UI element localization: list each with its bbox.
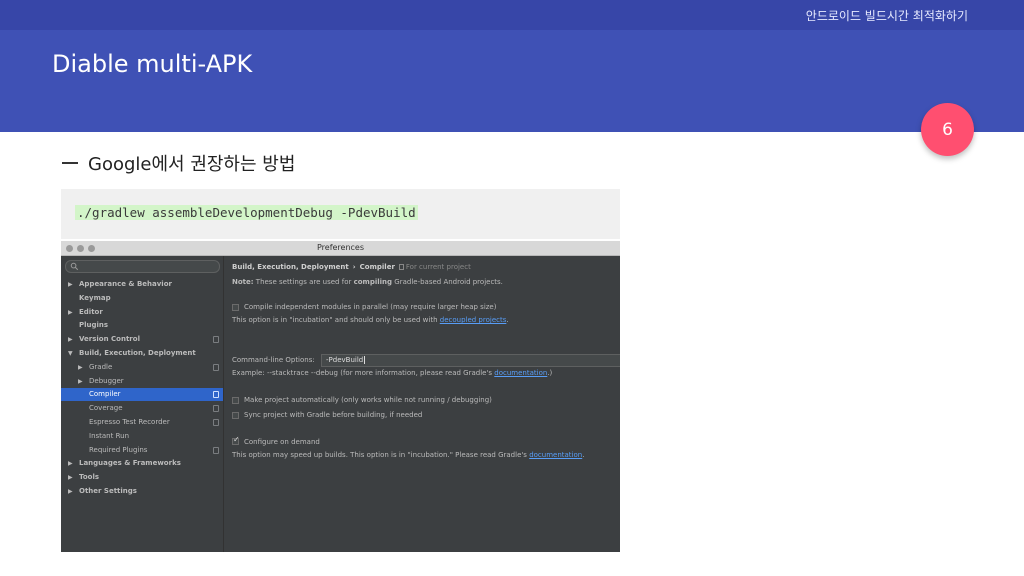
tree-item-label: Other Settings	[79, 487, 137, 495]
tree-item-editor[interactable]: ▶ Editor	[61, 306, 223, 319]
command-line-options-input[interactable]: -PdevBuild	[321, 354, 620, 367]
tree-item-label: Espresso Test Recorder	[89, 418, 170, 426]
project-scope-icon	[213, 446, 219, 454]
decoupled-projects-link[interactable]: decoupled projects	[440, 316, 507, 324]
configure-on-demand-checkbox[interactable]	[232, 435, 240, 445]
bullet-text: Google에서 권장하는 방법	[88, 154, 296, 175]
project-scope-icon	[213, 419, 219, 426]
sync-gradle-label: Sync project with Gradle before building…	[244, 411, 423, 419]
configure-on-demand-description: This option may speed up builds. This op…	[232, 451, 584, 459]
tree-item-instant-run[interactable]: Instant Run	[61, 430, 223, 443]
window-title: Preferences	[316, 243, 365, 252]
example-text: .)	[547, 369, 553, 377]
tree-item-label: Gradle	[89, 362, 113, 371]
page-number-badge: 6	[921, 103, 974, 156]
description-text: This option may speed up builds. This op…	[232, 451, 530, 459]
tree-item-keymap[interactable]: Keymap	[61, 292, 223, 305]
parallel-modules-checkbox[interactable]	[232, 304, 239, 311]
collapsed-arrow-icon[interactable]: ▶	[68, 278, 76, 291]
configure-on-demand-label: Configure on demand	[244, 438, 320, 446]
project-scope-icon	[213, 405, 219, 413]
tree-item-label: Coverage	[89, 404, 123, 413]
collapsed-arrow-icon[interactable]: ▶	[68, 306, 76, 319]
tree-item-label: Languages & Frameworks	[79, 459, 181, 468]
text-caret	[364, 356, 366, 364]
tree-item-debugger[interactable]: ▶ Debugger	[61, 375, 223, 388]
project-scope-icon	[213, 363, 219, 371]
collapsed-arrow-icon[interactable]: ▶	[68, 333, 76, 346]
breadcrumb: Build, Execution, Deployment › Compiler For…	[232, 263, 471, 271]
slide-header: Diable multi-APK	[0, 30, 1024, 132]
tree-item-label: Editor	[79, 307, 103, 316]
tree-item-espresso-test-recorder[interactable]: Espresso Test Recorder	[61, 416, 223, 429]
tree-item-coverage[interactable]: Coverage	[61, 402, 223, 415]
window-titlebar: Preferences	[61, 241, 620, 256]
tree-item-version-control[interactable]: ▶ Version Control	[61, 333, 223, 346]
tree-item-label: Debugger	[89, 376, 124, 385]
tree-item-languages-frameworks[interactable]: ▶ Languages & Frameworks	[61, 457, 223, 470]
tree-item-gradle[interactable]: ▶ Gradle	[61, 361, 223, 374]
tree-item-plugins[interactable]: Plugins	[61, 319, 223, 332]
bullet-point: Google에서 권장하는 방법	[62, 150, 295, 176]
gradle-documentation-link[interactable]: documentation	[529, 451, 582, 459]
tree-item-label: Required Plugins	[89, 445, 148, 454]
collapsed-arrow-icon[interactable]: ▶	[68, 471, 76, 484]
breadcrumb-part: Build, Execution, Deployment	[232, 263, 349, 271]
breadcrumb-separator: ›	[352, 263, 356, 271]
course-title: 안드로이드 빌드시간 최적화하기	[805, 9, 968, 23]
tree-item-tools[interactable]: ▶ Tools	[61, 471, 223, 484]
code-block: ./gradlew assembleDevelopmentDebug -Pdev…	[61, 189, 620, 239]
preferences-window: Preferences ▶ Appearance & Behavior Keymap…	[61, 241, 620, 552]
gradle-documentation-link[interactable]: documentation	[494, 369, 547, 377]
scope-label: For current project	[405, 263, 471, 271]
collapsed-arrow-icon[interactable]: ▶	[68, 485, 76, 498]
settings-sidebar: ▶ Appearance & Behavior Keymap ▶ Editor Plugi…	[61, 256, 224, 552]
collapsed-arrow-icon[interactable]: ▶	[78, 375, 86, 388]
collapsed-arrow-icon[interactable]: ▶	[68, 457, 76, 470]
tree-item-other-settings[interactable]: ▶ Other Settings	[61, 485, 223, 498]
note-bold-word: compiling	[353, 278, 393, 286]
tree-item-label: Plugins	[79, 321, 109, 330]
tree-item-build-execution-deployment[interactable]: ▼ Build, Execution, Deployment	[61, 347, 223, 360]
code-command: ./gradlew assembleDevelopmentDebug -Pdev…	[75, 205, 418, 220]
tree-item-label: Tools	[79, 473, 100, 482]
tree-item-required-plugins[interactable]: Required Plugins	[61, 444, 223, 457]
dash-icon	[62, 162, 78, 164]
tree-item-label: Version Control	[79, 335, 140, 344]
slide-title: Diable multi-APK	[52, 50, 253, 78]
command-line-example: Example: --stacktrace --debug (for more …	[232, 369, 552, 377]
description-text: This option is in "incubation" and shoul…	[232, 316, 440, 324]
tree-item-appearance-behavior[interactable]: ▶ Appearance & Behavior	[61, 278, 223, 291]
top-bar: 안드로이드 빌드시간 최적화하기	[0, 0, 1024, 30]
description-text: .	[582, 451, 585, 459]
make-automatically-checkbox[interactable]	[232, 397, 239, 404]
collapsed-arrow-icon[interactable]: ▶	[78, 361, 86, 374]
example-text: Example: --stacktrace --debug (for more …	[232, 369, 495, 377]
note-label: Note:	[232, 278, 254, 286]
parallel-modules-label: Compile independent modules in parallel …	[244, 303, 497, 311]
make-automatically-label: Make project automatically (only works w…	[244, 396, 492, 404]
tree-item-label: Instant Run	[89, 431, 130, 440]
tree-item-label: Appearance & Behavior	[79, 280, 172, 288]
sync-gradle-checkbox[interactable]	[232, 412, 239, 419]
breadcrumb-current: Compiler	[359, 263, 395, 271]
description-text: .	[506, 316, 509, 324]
command-line-label: Command-line Options:	[232, 356, 315, 364]
tree-item-compiler[interactable]: Compiler	[61, 388, 223, 402]
command-line-value: -PdevBuild	[326, 356, 364, 364]
project-scope-icon	[213, 336, 219, 344]
tree-item-label: Keymap	[79, 293, 111, 302]
parallel-modules-description: This option is in "incubation" and shoul…	[232, 316, 509, 324]
settings-search-input[interactable]	[65, 260, 220, 273]
search-icon	[70, 262, 79, 271]
expanded-arrow-icon[interactable]: ▼	[68, 347, 76, 360]
note-text-part: These settings are used for	[253, 278, 354, 286]
tree-item-label: Compiler	[89, 390, 121, 399]
note-text-part: Gradle-based Android projects.	[392, 278, 503, 286]
project-scope-icon	[213, 391, 219, 399]
note-text: Note: These settings are used for compil…	[232, 278, 503, 286]
tree-item-label: Build, Execution, Deployment	[79, 349, 196, 357]
project-scope-icon	[398, 264, 404, 270]
compiler-settings-panel: Build, Execution, Deployment › Compiler For…	[225, 256, 620, 552]
